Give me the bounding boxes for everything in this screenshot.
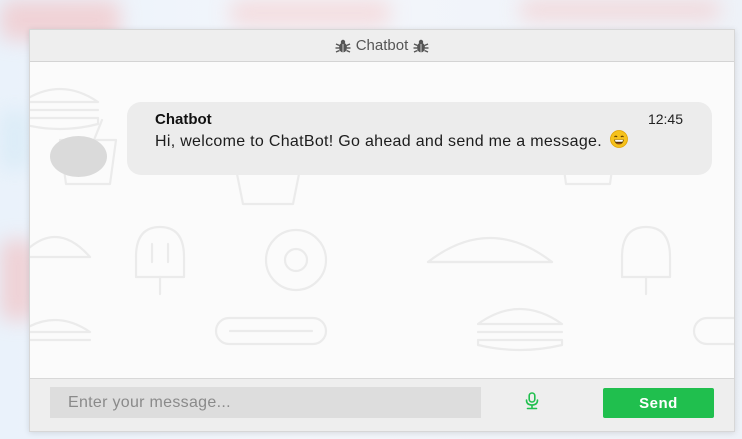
grinning-face-emoji-icon <box>610 130 628 153</box>
chat-header-title-group: Chatbot <box>335 37 430 54</box>
chat-window: Chatbot Chatbot 12:45 Hi, welcome to Cha… <box>29 29 735 432</box>
background-blur <box>230 0 390 26</box>
avatar <box>50 136 107 177</box>
burger-icon <box>30 319 92 342</box>
bug-icon <box>413 39 429 53</box>
microphone-button[interactable] <box>520 391 544 415</box>
background-blur <box>0 110 30 170</box>
message-input[interactable] <box>50 387 481 418</box>
message-row: Chatbot 12:45 Hi, welcome to ChatBot! Go… <box>30 62 734 182</box>
message-time: 12:45 <box>647 111 683 127</box>
message-text-wrapper: Hi, welcome to ChatBot! Go ahead and sen… <box>155 130 683 153</box>
popsicle-icon <box>620 225 672 296</box>
message-header: Chatbot 12:45 <box>155 111 683 128</box>
taco-icon <box>30 235 92 259</box>
chat-title: Chatbot <box>355 37 409 54</box>
message-text: Hi, welcome to ChatBot! Go ahead and sen… <box>155 133 602 150</box>
burger-icon <box>476 307 564 352</box>
hotdog-icon <box>692 316 734 346</box>
chat-header: Chatbot <box>30 30 734 62</box>
microphone-icon <box>524 391 540 415</box>
bug-icon <box>335 39 351 53</box>
taco-icon <box>426 237 554 264</box>
donut-icon <box>264 228 328 292</box>
background-blur <box>520 0 720 20</box>
message-sender: Chatbot <box>155 111 212 128</box>
send-button[interactable]: Send <box>603 388 714 418</box>
popsicle-icon <box>134 225 186 296</box>
message-composer: Send <box>30 378 734 431</box>
hotdog-icon <box>214 316 328 346</box>
message-area[interactable]: Chatbot 12:45 Hi, welcome to ChatBot! Go… <box>30 62 734 378</box>
message-bubble: Chatbot 12:45 Hi, welcome to ChatBot! Go… <box>127 102 712 175</box>
